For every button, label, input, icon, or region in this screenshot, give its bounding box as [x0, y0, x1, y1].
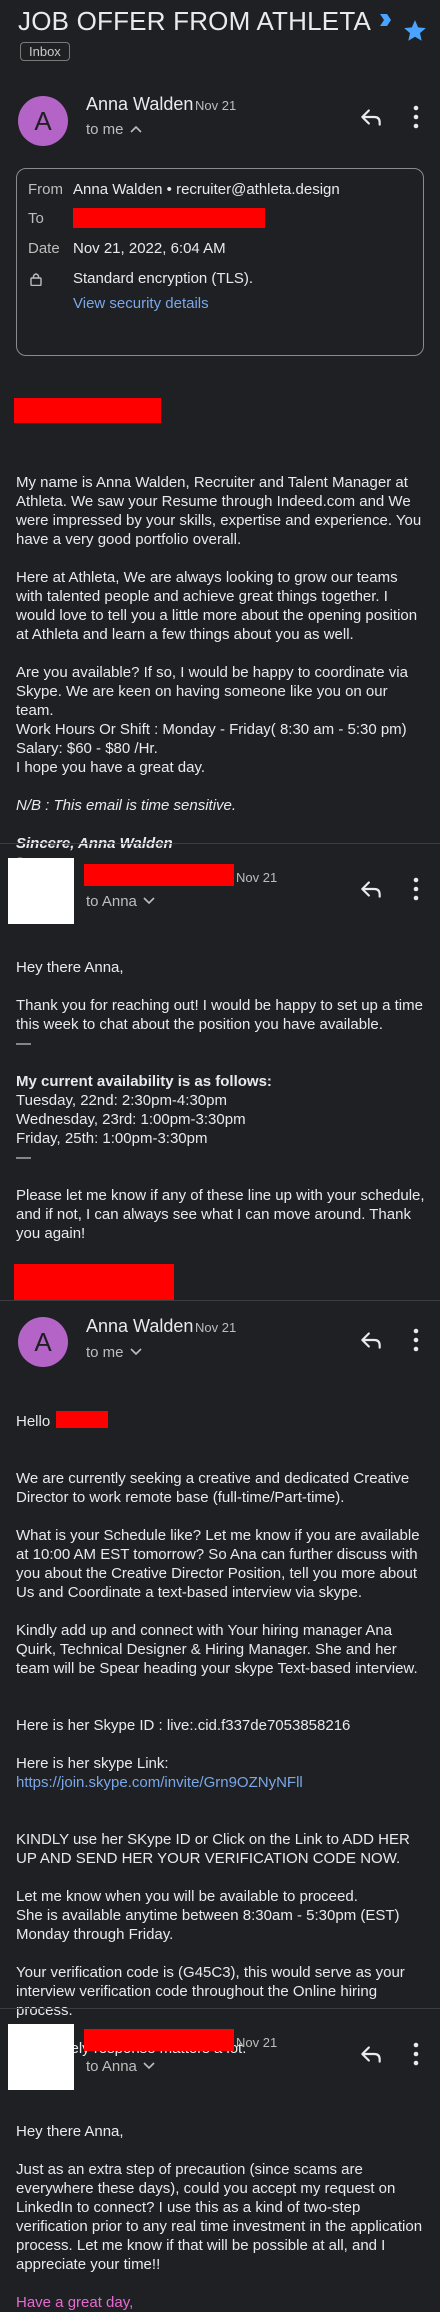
body-line: Salary: $60 - $80 /Hr. — [16, 740, 158, 757]
chevron-down-icon — [143, 897, 155, 905]
redacted-signature — [14, 1264, 174, 1300]
more-options-icon[interactable] — [413, 876, 419, 902]
inbox-label-chip[interactable]: Inbox — [20, 42, 70, 61]
body-line: She is available anytime between 8:30am … — [16, 1907, 400, 1943]
body-paragraph: Are you available? If so, I would be hap… — [16, 664, 408, 719]
body-line: I hope you have a great day. — [16, 759, 206, 776]
separator-dash: — — [16, 1035, 31, 1052]
greeting: Hey there Anna, — [16, 959, 124, 976]
skype-link-label: Here is her skype Link: — [16, 1755, 169, 1772]
skype-link-line: Here is her skype Link: https://join.sky… — [16, 1754, 426, 1792]
redacted-recipient — [73, 208, 265, 228]
message-body: Hey there Anna, Thank you for reaching o… — [16, 958, 426, 1281]
redacted-sender-name — [84, 864, 234, 886]
body-paragraph: Just as an extra step of precaution (sin… — [16, 2161, 423, 2273]
redacted-sender-name — [84, 2029, 234, 2051]
chevron-down-icon — [129, 1348, 142, 1356]
body-paragraph: Thank you for reaching out! I would be h… — [16, 997, 423, 1033]
subject-text: JOB OFFER FROM ATHLETA — [18, 6, 372, 36]
redacted-name — [56, 1411, 109, 1428]
message-divider — [0, 1300, 440, 1301]
email-subject: JOB OFFER FROM ATHLETA — [18, 6, 393, 37]
body-paragraph: Here at Athleta, We are always looking t… — [16, 569, 418, 643]
message-body: Hello We are currently seeking a creativ… — [16, 1411, 426, 2058]
message-date: Nov 21 — [195, 98, 237, 113]
star-icon[interactable] — [402, 18, 428, 44]
message-date: Nov 21 — [236, 870, 278, 885]
reply-icon[interactable] — [358, 1327, 384, 1353]
sender-name[interactable]: Anna Walden — [86, 1316, 193, 1337]
closing: Have a great day, — [16, 2294, 134, 2311]
more-options-icon[interactable] — [413, 2041, 419, 2067]
date-label: Date — [28, 240, 60, 257]
message-body: Hey there Anna, Just as an extra step of… — [16, 2122, 426, 2312]
chevron-up-icon — [129, 125, 142, 133]
body-paragraph: KINDLY use her SKype ID or Click on the … — [16, 1831, 410, 1867]
message-body: My name is Anna Walden, Recruiter and Ta… — [16, 473, 426, 869]
from-value[interactable]: Anna Walden • recruiter@athleta.design — [73, 181, 340, 198]
body-paragraph: My name is Anna Walden, Recruiter and Ta… — [16, 474, 422, 548]
to-label: To — [28, 210, 44, 227]
separator-dash: — — [16, 1149, 31, 1166]
body-paragraph: What is your Schedule like? Let me know … — [16, 1527, 420, 1601]
recipients-text: to me — [86, 121, 124, 138]
reply-icon[interactable] — [358, 876, 384, 902]
sender-avatar[interactable]: A — [18, 96, 68, 146]
reply-icon[interactable] — [358, 2041, 384, 2067]
greeting: Hey there Anna, — [16, 2123, 124, 2140]
encryption-text: Standard encryption (TLS). — [73, 270, 254, 287]
body-line: Work Hours Or Shift : Monday - Friday( 8… — [16, 721, 407, 738]
recipients-toggle[interactable]: to me — [86, 121, 142, 138]
lock-icon — [30, 273, 42, 286]
message-date: Nov 21 — [236, 2035, 278, 2050]
message-date: Nov 21 — [195, 1320, 237, 1335]
avatar-letter: A — [34, 1326, 52, 1357]
sender-avatar[interactable]: A — [18, 1317, 68, 1367]
recipients-toggle[interactable]: to Anna — [86, 893, 155, 910]
reply-icon[interactable] — [358, 104, 384, 130]
view-security-details-link[interactable]: View security details — [73, 295, 209, 312]
recipients-text: to Anna — [86, 2058, 137, 2075]
importance-marker-icon — [380, 14, 392, 26]
body-paragraph: We are currently seeking a creative and … — [16, 1470, 410, 1506]
date-value: Nov 21, 2022, 6:04 AM — [73, 240, 226, 257]
chevron-down-icon — [143, 2062, 155, 2070]
time-sensitive-note: N/B : This email is time sensitive. — [16, 797, 237, 814]
more-options-icon[interactable] — [413, 104, 419, 130]
recipients-text: to Anna — [86, 893, 137, 910]
body-paragraph: Your verification code is (G45C3), this … — [16, 1964, 405, 2019]
avatar-letter: A — [34, 105, 52, 136]
recipients-toggle[interactable]: to me — [86, 1344, 142, 1361]
sender-name[interactable]: Anna Walden — [86, 94, 193, 115]
body-line: Let me know when you will be available t… — [16, 1888, 358, 1905]
body-paragraph: Please let me know if any of these line … — [16, 1187, 425, 1242]
more-options-icon[interactable] — [413, 1327, 419, 1353]
sender-avatar[interactable] — [8, 2024, 74, 2090]
sender-avatar[interactable] — [8, 858, 74, 924]
redacted-greeting — [14, 398, 161, 423]
from-label: From — [28, 181, 63, 198]
greeting-line: Hello — [16, 1411, 426, 1431]
message-divider — [0, 2008, 440, 2009]
recipients-text: to me — [86, 1344, 124, 1361]
message-divider — [0, 843, 440, 844]
recipients-toggle[interactable]: to Anna — [86, 2058, 155, 2075]
availability-item: Tuesday, 22nd: 2:30pm-4:30pm — [16, 1092, 227, 1109]
body-paragraph: Kindly add up and connect with Your hiri… — [16, 1622, 418, 1677]
availability-item: Wednesday, 23rd: 1:00pm-3:30pm — [16, 1111, 246, 1128]
availability-item: Friday, 25th: 1:00pm-3:30pm — [16, 1130, 208, 1147]
skype-id-line: Here is her Skype ID : live:.cid.f337de7… — [16, 1717, 351, 1734]
greeting: Hello — [16, 1413, 51, 1430]
skype-invite-link[interactable]: https://join.skype.com/invite/Grn9OZNyNF… — [16, 1774, 303, 1791]
availability-title: My current availability is as follows: — [16, 1073, 272, 1090]
